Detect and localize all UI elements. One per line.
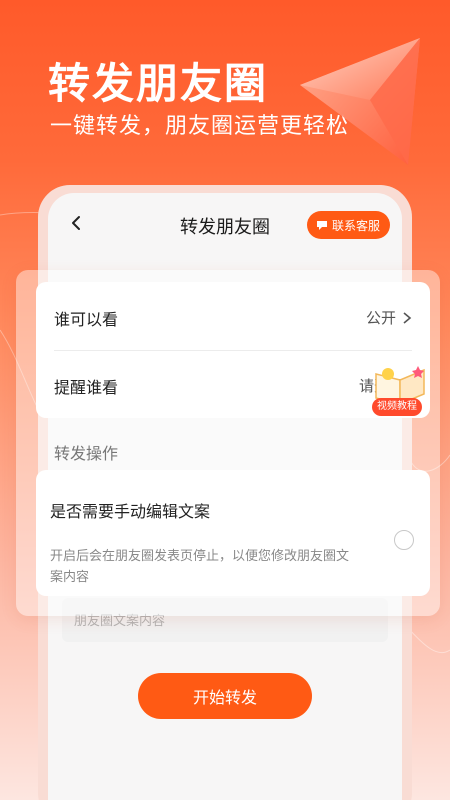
nav-bar: 转发朋友圈 联系客服 [48, 193, 402, 253]
manual-edit-radio[interactable] [394, 530, 414, 550]
chat-bubble-icon [316, 221, 327, 230]
start-forward-button[interactable]: 开始转发 [138, 673, 312, 719]
paper-plane-icon [300, 38, 420, 165]
video-tutorial-badge[interactable]: 视频教程 [372, 398, 422, 416]
section-label: 转发操作 [54, 444, 119, 463]
remind-row[interactable]: 提醒谁看 请选择 [54, 350, 412, 418]
visibility-value: 公开 [366, 307, 412, 328]
promo-title: 转发朋友圈 [48, 59, 269, 108]
contact-support-button[interactable]: 联系客服 [306, 211, 390, 239]
visibility-row[interactable]: 谁可以看 公开 [54, 282, 412, 350]
visibility-label: 谁可以看 [54, 310, 119, 329]
visibility-value-text: 公开 [365, 309, 396, 327]
remind-label: 提醒谁看 [54, 378, 119, 397]
chevron-right-icon [403, 311, 412, 324]
manual-edit-card: 是否需要手动编辑文案 开启后会在朋友圈发表页停止，以便您修改朋友圈文案内容 [36, 470, 430, 596]
manual-edit-title: 是否需要手动编辑文案 [50, 502, 211, 521]
contact-support-label: 联系客服 [331, 218, 380, 233]
manual-edit-description: 开启后会在朋友圈发表页停止，以便您修改朋友圈文案内容 [50, 549, 350, 585]
